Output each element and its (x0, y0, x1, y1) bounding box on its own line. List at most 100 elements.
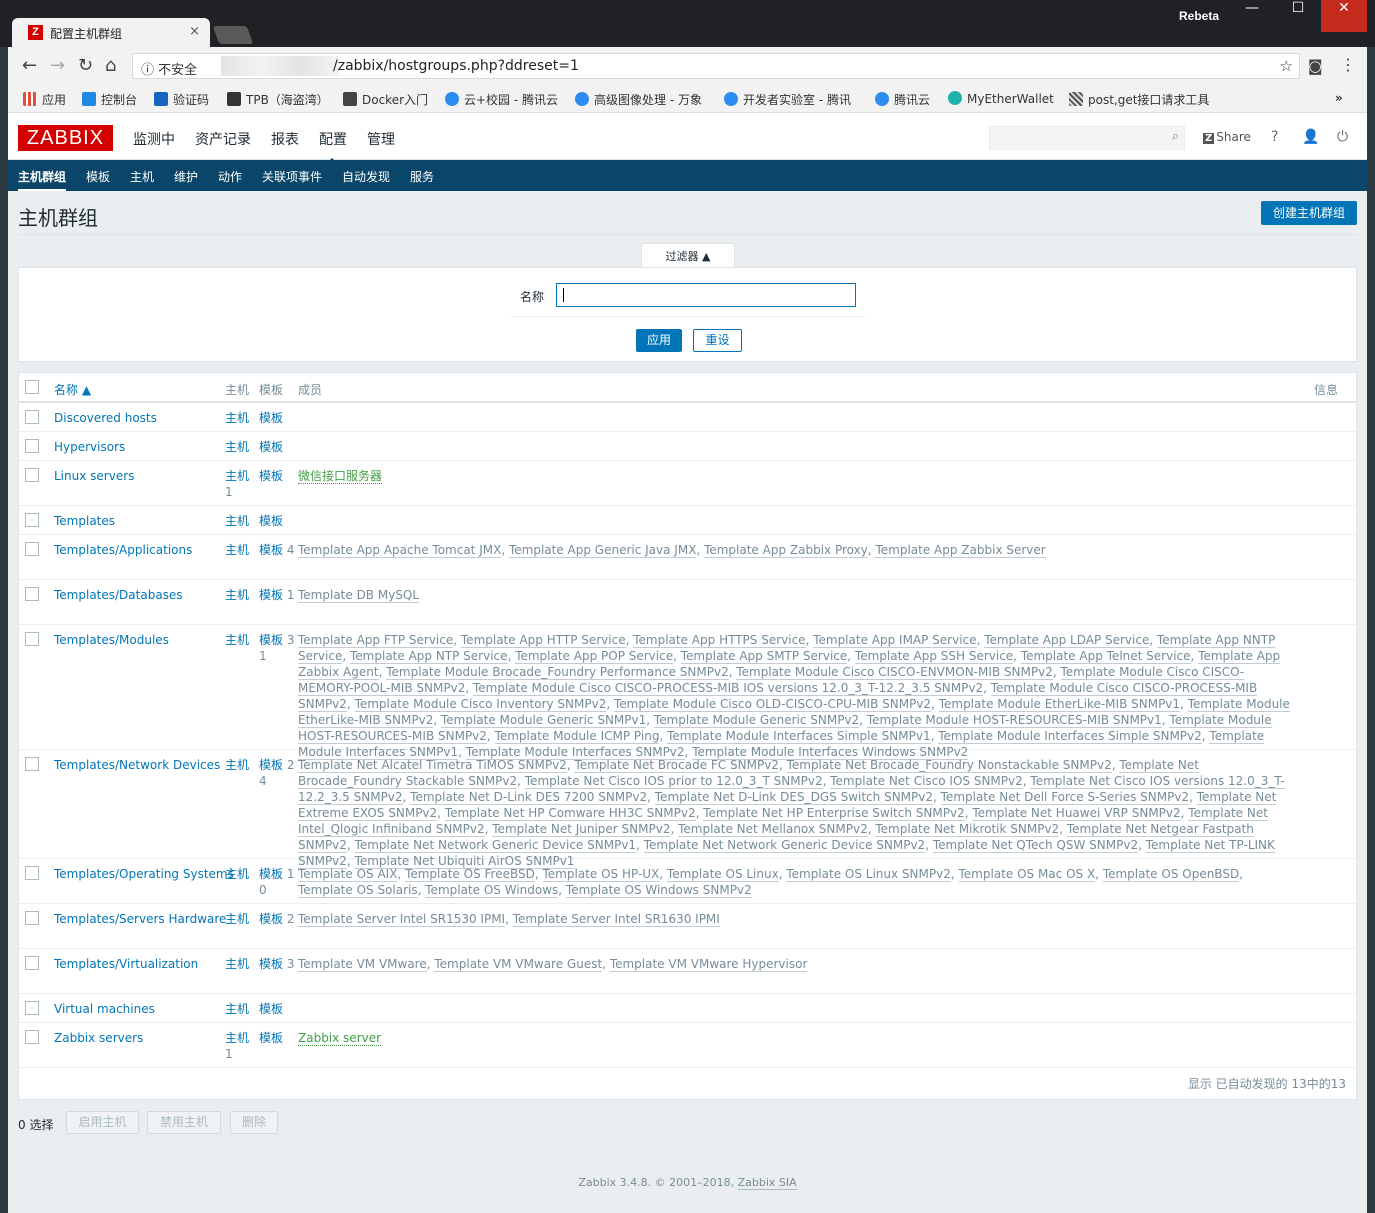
maximize-button[interactable]: ☐ (1275, 0, 1321, 32)
member-link[interactable]: Template App FTP Service (298, 633, 454, 648)
member-link[interactable]: Template OS AIX (298, 867, 398, 882)
host-group-name-link[interactable]: Templates (54, 513, 115, 529)
host-group-name-link[interactable]: Templates/Databases (54, 587, 183, 603)
hosts-link[interactable]: 主机 (225, 439, 253, 455)
host-group-name-link[interactable]: Linux servers (54, 468, 134, 484)
host-group-name-link[interactable]: Hypervisors (54, 439, 125, 455)
share-link[interactable]: Z Share (1203, 130, 1251, 144)
browser-menu-icon[interactable]: ⋮ (1340, 55, 1356, 74)
user-profile-icon[interactable]: 👤 (1302, 129, 1319, 145)
hosts-link[interactable]: 主机 (225, 542, 253, 558)
member-link[interactable]: Template Net QTech QSW SNMPv2 (932, 838, 1139, 853)
member-link[interactable]: Template Module Cisco Inventory SNMPv2 (354, 697, 607, 712)
member-link[interactable]: 微信接口服务器 (298, 469, 383, 484)
templates-link[interactable]: 模板 10 (259, 866, 295, 898)
member-link[interactable]: Template Server Intel SR1630 IPMI (512, 912, 720, 927)
delete-button[interactable]: 删除 (230, 1111, 278, 1134)
bookmark-myetherwallet[interactable]: MyEtherWallet (948, 91, 1054, 106)
host-group-name-link[interactable]: Templates/Network Devices (54, 757, 220, 773)
member-link[interactable]: Template Module Cisco CISCO-ENVMON-MIB S… (736, 665, 1053, 680)
member-link[interactable]: Template App IMAP Service (813, 633, 977, 648)
subnav-services[interactable]: 服务 (410, 168, 434, 185)
filter-apply-button[interactable]: 应用 (636, 329, 682, 352)
hosts-link[interactable]: 主机 (225, 866, 253, 882)
back-arrow-icon[interactable]: ← (22, 55, 37, 76)
member-link[interactable]: Template Net Dell Force S-Series SNMPv2 (940, 790, 1190, 805)
member-link[interactable]: Template OS HP-UX (542, 867, 660, 882)
member-link[interactable]: Template Module Cisco CISCO-PROCESS-MIB … (472, 681, 984, 696)
member-link[interactable]: Template OS Windows SNMPv2 (565, 883, 752, 898)
bookmarks-more-icon[interactable]: » (1335, 91, 1343, 105)
member-link[interactable]: Template OS Windows (425, 883, 559, 898)
member-link[interactable]: Template Net D-Link DES 7200 SNMPv2 (410, 790, 648, 805)
hosts-link[interactable]: 主机 (225, 410, 253, 426)
subnav-discovery[interactable]: 自动发现 (342, 168, 390, 185)
tab-close-icon[interactable]: × (189, 24, 200, 39)
address-bar[interactable]: ⓘ 不安全 /zabbix/hostgroups.php?ddreset=1 ☆ (132, 53, 1300, 79)
bookmark-post-get[interactable]: post,get接口请求工具 (1069, 91, 1209, 108)
bookmark-tencent-cloud[interactable]: 腾讯云 (875, 91, 930, 108)
member-link[interactable]: Template Net HP Enterprise Switch SNMPv2 (703, 806, 965, 821)
enable-hosts-button[interactable]: 启用主机 (66, 1111, 139, 1134)
member-link[interactable]: Template App SSH Service (854, 649, 1014, 664)
subnav-host-groups[interactable]: 主机群组 (18, 168, 67, 191)
row-checkbox[interactable] (25, 866, 39, 880)
host-group-name-link[interactable]: Templates/Modules (54, 632, 169, 648)
menu-reports[interactable]: 报表 (271, 129, 299, 149)
member-link[interactable]: Template Net Huawei VRP SNMPv2 (972, 806, 1181, 821)
window-user-name[interactable]: Rebeta (1179, 9, 1219, 23)
member-link[interactable]: Template OS Mac OS X (958, 867, 1096, 882)
member-link[interactable]: Template Module Brocade_Foundry Performa… (386, 665, 729, 680)
row-checkbox[interactable] (25, 587, 39, 601)
hosts-link[interactable]: 主机 1 (225, 468, 255, 500)
member-link[interactable]: Template VM VMware Guest (434, 957, 603, 972)
subnav-actions[interactable]: 动作 (218, 168, 242, 185)
templates-link[interactable]: 模板 (259, 410, 295, 426)
bookmark-tencent-campus[interactable]: 云+校园 - 腾讯云 (445, 91, 558, 108)
subnav-maintenance[interactable]: 维护 (174, 168, 198, 185)
member-link[interactable]: Template VM VMware (298, 957, 427, 972)
minimize-button[interactable]: — (1229, 0, 1275, 32)
member-link[interactable]: Template Net Brocade FC SNMPv2 (574, 758, 779, 773)
member-link[interactable]: Template App Generic Java JMX (508, 543, 697, 558)
hosts-link[interactable]: 主机 (225, 757, 253, 773)
member-link[interactable]: Template Net D-Link DES_DGS Switch SNMPv… (654, 790, 933, 805)
templates-link[interactable]: 模板 31 (259, 632, 295, 664)
row-checkbox[interactable] (25, 513, 39, 527)
member-link[interactable]: Template Net Alcatel Timetra TiMOS SNMPv… (298, 758, 567, 773)
extension-icon[interactable]: ◙ (1308, 57, 1323, 75)
subnav-event-correlation[interactable]: 关联项事件 (262, 168, 322, 185)
member-link[interactable]: Template Net Network Generic Device SNMP… (354, 838, 637, 853)
templates-link[interactable]: 模板 3 (259, 956, 295, 972)
templates-link[interactable]: 模板 4 (259, 542, 295, 558)
subnav-templates[interactable]: 模板 (86, 168, 110, 185)
row-checkbox[interactable] (25, 632, 39, 646)
member-link[interactable]: Template App Telnet Service (1020, 649, 1191, 664)
member-link[interactable]: Template OS Linux SNMPv2 (786, 867, 951, 882)
row-checkbox[interactable] (25, 439, 39, 453)
bookmark-image-processing[interactable]: 高级图像处理 - 万象 (575, 91, 713, 108)
member-link[interactable]: Template App POP Service (515, 649, 674, 664)
member-link[interactable]: Template App NTP Service (350, 649, 508, 664)
row-checkbox[interactable] (25, 1030, 39, 1044)
member-link[interactable]: Template DB MySQL (298, 588, 420, 603)
close-window-button[interactable]: ✕ (1321, 0, 1367, 32)
member-link[interactable]: Template OS FreeBSD (405, 867, 535, 882)
row-checkbox[interactable] (25, 410, 39, 424)
home-icon[interactable]: ⌂ (105, 55, 116, 76)
menu-administration[interactable]: 管理 (367, 129, 395, 149)
member-link[interactable]: Template Module Generic SNMPv2 (653, 713, 860, 728)
disable-hosts-button[interactable]: 禁用主机 (147, 1111, 221, 1134)
member-link[interactable]: Template Module Interfaces Simple SNMPv1 (667, 729, 931, 744)
help-icon[interactable]: ? (1271, 129, 1278, 145)
create-host-group-button[interactable]: 创建主机群组 (1261, 201, 1357, 225)
member-link[interactable]: Template Module Generic SNMPv1 (440, 713, 647, 728)
hosts-link[interactable]: 主机 (225, 956, 253, 972)
bookmark-dev-lab[interactable]: 开发者实验室 - 腾讯 (724, 91, 862, 108)
member-link[interactable]: Template Net Brocade_Foundry Nonstackabl… (786, 758, 1112, 773)
row-checkbox[interactable] (25, 956, 39, 970)
member-link[interactable]: Template VM VMware Hypervisor (609, 957, 808, 972)
templates-link[interactable]: 模板 2 (259, 911, 295, 927)
hosts-link[interactable]: 主机 (225, 513, 253, 529)
hosts-link[interactable]: 主机 (225, 587, 253, 603)
